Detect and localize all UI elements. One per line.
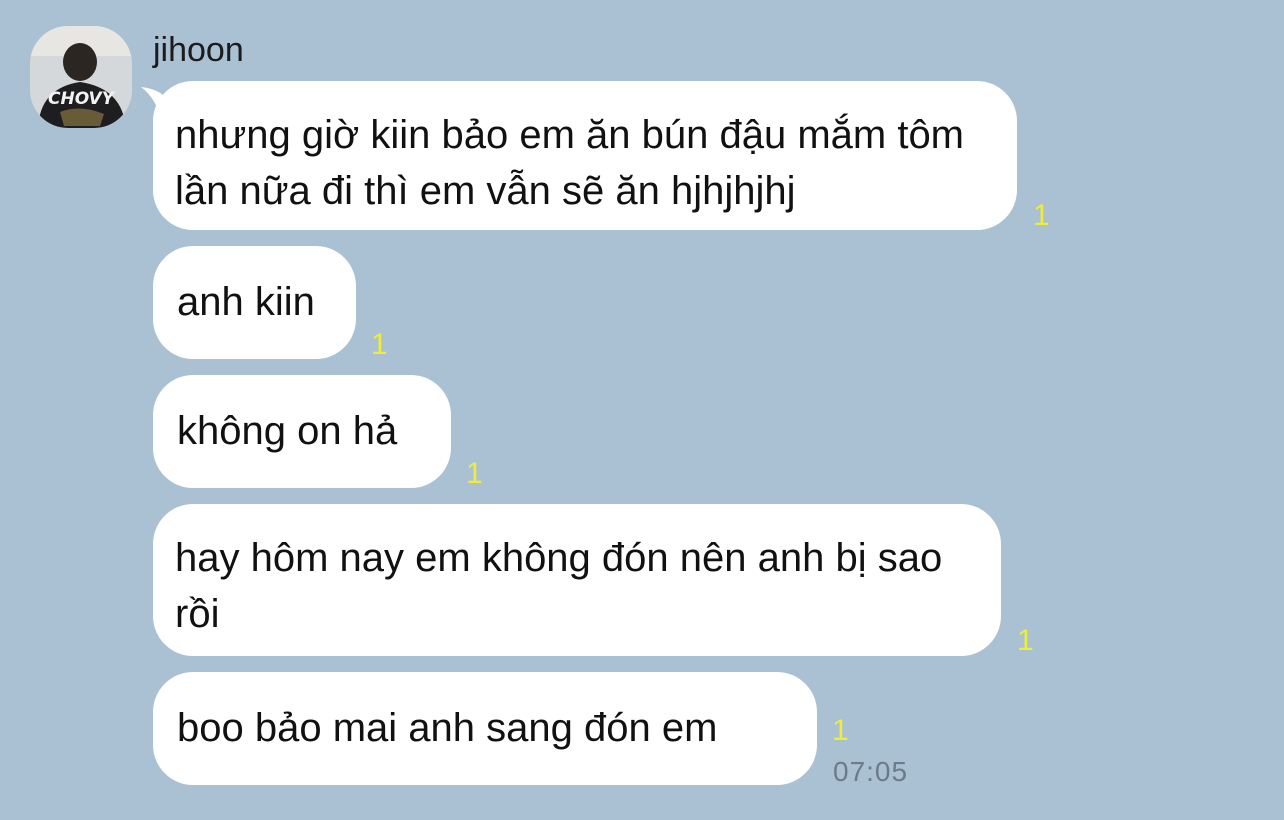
- bubble-tail: [141, 87, 181, 121]
- message-row: nhưng giờ kiin bảo em ăn bún đậu mắm tôm…: [141, 81, 1050, 232]
- message-bubble[interactable]: nhưng giờ kiin bảo em ăn bún đậu mắm tôm…: [153, 81, 1017, 230]
- message-bubble[interactable]: không on hả: [153, 375, 451, 488]
- sender-avatar[interactable]: CHOVY: [30, 26, 132, 128]
- chat-view: CHOVY jihoon nhưng giờ kiin bảo em ăn bú…: [0, 0, 1284, 820]
- unread-count: 1: [1033, 199, 1050, 232]
- message-bubble[interactable]: anh kiin: [153, 246, 356, 359]
- message-row: boo bảo mai anh sang đón em 1 07:05: [153, 672, 907, 787]
- message-bubble[interactable]: boo bảo mai anh sang đón em: [153, 672, 817, 785]
- message-bubble[interactable]: hay hôm nay em không đón nên anh bị sao …: [153, 504, 1001, 656]
- message-timestamp: 07:05: [833, 756, 909, 787]
- message-row: hay hôm nay em không đón nên anh bị sao …: [153, 504, 1034, 657]
- message-row: anh kiin 1: [153, 246, 388, 361]
- avatar-image: CHOVY: [30, 26, 132, 128]
- message-row: không on hả 1: [153, 375, 483, 490]
- unread-count: 1: [466, 457, 483, 490]
- unread-count: 1: [1017, 624, 1034, 657]
- sender-name: jihoon: [153, 31, 244, 69]
- unread-count: 1: [832, 714, 849, 747]
- avatar-logo-text: CHOVY: [48, 89, 116, 109]
- unread-count: 1: [371, 328, 388, 361]
